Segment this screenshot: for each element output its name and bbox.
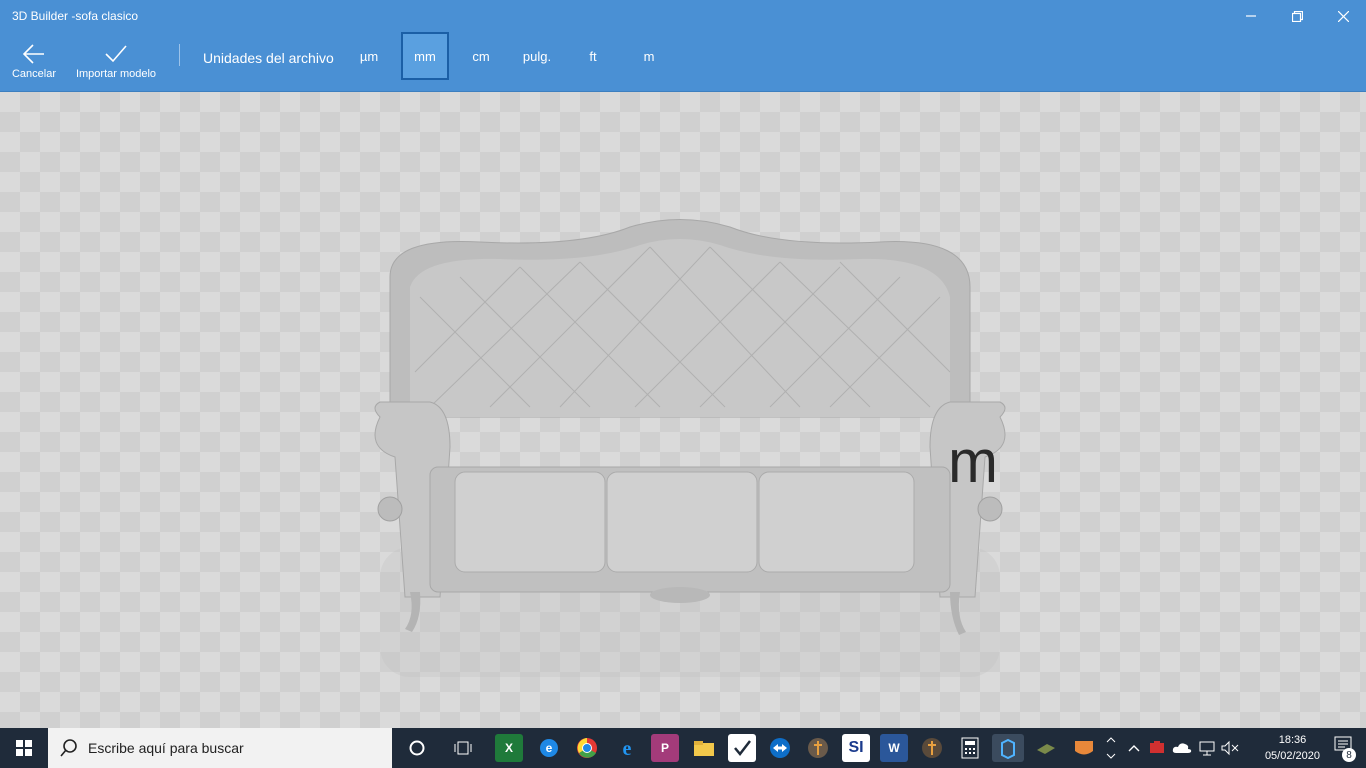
sofa-model[interactable] bbox=[360, 217, 1020, 697]
task-view-icon[interactable] bbox=[449, 734, 477, 762]
minimize-button[interactable] bbox=[1228, 0, 1274, 32]
restore-icon bbox=[1291, 10, 1303, 22]
import-toolbar: Cancelar Importar modelo Unidades del ar… bbox=[0, 32, 1366, 92]
windows-logo-icon bbox=[16, 740, 32, 756]
taskbar-scroll-arrows[interactable] bbox=[1103, 734, 1119, 762]
checkmark-icon bbox=[105, 45, 127, 63]
excel-icon[interactable]: X bbox=[495, 734, 523, 762]
search-icon bbox=[60, 739, 77, 757]
chrome-icon[interactable] bbox=[573, 734, 601, 762]
show-hidden-icons-chevron-icon[interactable] bbox=[1124, 734, 1144, 762]
cancel-button[interactable]: Cancelar bbox=[8, 32, 60, 92]
cancel-label: Cancelar bbox=[11, 68, 57, 80]
clock-date: 05/02/2020 bbox=[1264, 750, 1320, 762]
search-placeholder: Escribe aquí para buscar bbox=[88, 740, 244, 756]
unit-m[interactable]: m bbox=[625, 32, 673, 80]
close-icon bbox=[1337, 10, 1349, 22]
unit-indicator: m bbox=[948, 428, 998, 495]
unit-cm[interactable]: cm bbox=[457, 32, 505, 80]
minimize-icon bbox=[1246, 15, 1256, 17]
tray-app-icon[interactable] bbox=[1146, 734, 1168, 762]
3d-builder-icon[interactable] bbox=[992, 734, 1024, 762]
edge-icon[interactable]: e bbox=[535, 734, 563, 762]
notification-center-button[interactable]: 8 bbox=[1334, 736, 1358, 762]
back-arrow-icon bbox=[23, 44, 44, 64]
3d-viewport[interactable]: m bbox=[0, 92, 1366, 728]
game-icon[interactable] bbox=[1032, 734, 1060, 762]
unit-inch[interactable]: pulg. bbox=[513, 32, 561, 80]
restore-button[interactable] bbox=[1274, 0, 1320, 32]
title-bar: 3D Builder -sofa clasico bbox=[0, 0, 1366, 32]
file-units-label: Unidades del archivo bbox=[203, 50, 334, 66]
checkbox-app-icon[interactable] bbox=[728, 734, 756, 762]
taskbar-clock[interactable]: 18:36 05/02/2020 bbox=[1265, 732, 1320, 764]
notification-count-badge: 8 bbox=[1342, 748, 1356, 762]
unit-ft[interactable]: ft bbox=[569, 32, 617, 80]
ie-icon[interactable]: e bbox=[613, 734, 641, 762]
taskbar: Escribe aquí para buscar X e e P SI W 18… bbox=[0, 728, 1366, 768]
seat-cushion bbox=[454, 471, 606, 573]
clock-time: 18:36 bbox=[1278, 734, 1307, 746]
onedrive-cloud-icon[interactable] bbox=[1170, 734, 1194, 762]
app-icon[interactable] bbox=[804, 734, 832, 762]
app2-icon[interactable] bbox=[918, 734, 946, 762]
unit-um[interactable]: µm bbox=[345, 32, 393, 80]
svg-text:e: e bbox=[546, 741, 553, 755]
start-button[interactable] bbox=[0, 728, 48, 768]
volume-muted-icon[interactable] bbox=[1219, 734, 1241, 762]
window-title: 3D Builder -sofa clasico bbox=[12, 9, 139, 23]
seat-cushion bbox=[606, 471, 758, 573]
si-icon[interactable]: SI bbox=[842, 734, 870, 762]
word-icon[interactable]: W bbox=[880, 734, 908, 762]
svg-text:e: e bbox=[623, 738, 632, 759]
toolbar-separator bbox=[179, 44, 180, 66]
file-explorer-icon[interactable] bbox=[690, 734, 718, 762]
import-model-button[interactable]: Importar modelo bbox=[68, 32, 164, 92]
powerapp-icon[interactable]: P bbox=[651, 734, 679, 762]
import-label: Importar modelo bbox=[75, 68, 157, 80]
taskbar-search-box[interactable]: Escribe aquí para buscar bbox=[48, 728, 392, 768]
calculator-icon[interactable] bbox=[956, 734, 984, 762]
shield-app-icon[interactable] bbox=[1070, 734, 1098, 762]
cortana-icon[interactable] bbox=[403, 734, 431, 762]
teamviewer-icon[interactable] bbox=[766, 734, 794, 762]
network-icon[interactable] bbox=[1196, 734, 1218, 762]
close-button[interactable] bbox=[1320, 0, 1366, 32]
seat-cushion bbox=[758, 471, 915, 573]
unit-mm[interactable]: mm bbox=[401, 32, 449, 80]
